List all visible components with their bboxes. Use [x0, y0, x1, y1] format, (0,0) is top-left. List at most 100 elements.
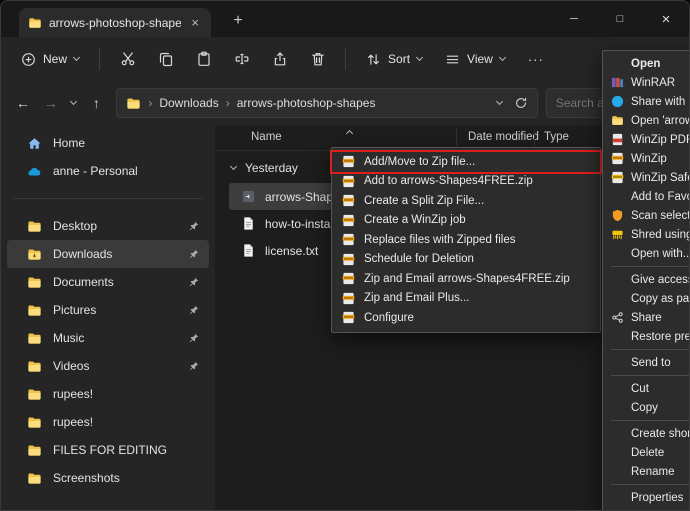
- menu-item-label: Add to Favo: [631, 191, 690, 203]
- breadcrumb-current-folder[interactable]: arrows-photoshop-shapes: [237, 96, 376, 110]
- ctx-winzip-safe[interactable]: WinZip Safe: [603, 168, 690, 187]
- new-tab-button[interactable]: +: [225, 9, 251, 33]
- delete-button[interactable]: [300, 42, 335, 76]
- ctx-share-with[interactable]: Share with Sk: [603, 92, 690, 111]
- ctx-properties[interactable]: Properties: [603, 488, 690, 507]
- winzip-icon: [342, 194, 355, 207]
- refresh-icon[interactable]: [514, 96, 528, 110]
- winzip-pdf-icon: [610, 133, 624, 147]
- back-button[interactable]: ←: [9, 89, 37, 117]
- menu-item-zip-and-email[interactable]: Zip and Email arrows-Shapes4FREE.zip: [332, 269, 600, 289]
- sidebar-item-files-for-editing[interactable]: FILES FOR EDITING: [7, 436, 209, 464]
- folder-icon: [27, 275, 42, 290]
- ctx-winzip-pdf[interactable]: WinZip PDF: [603, 130, 690, 149]
- ctx-open-with[interactable]: Open with...: [603, 244, 690, 263]
- address-bar[interactable]: › Downloads › arrows-photoshop-shapes: [116, 88, 537, 118]
- ctx-scan-selected[interactable]: Scan selecte: [603, 206, 690, 225]
- menu-item-label: Add to arrows-Shapes4FREE.zip: [364, 175, 533, 187]
- tab-close-icon[interactable]: ×: [188, 15, 202, 30]
- menu-item-create-split-zip[interactable]: Create a Split Zip File...: [332, 191, 600, 211]
- group-header-yesterday[interactable]: Yesterday: [231, 161, 298, 175]
- ctx-copy[interactable]: Copy: [603, 398, 690, 417]
- menu-item-label: Create short: [631, 428, 690, 440]
- folder-icon: [28, 16, 42, 30]
- menu-item-replace-with-zipped[interactable]: Replace files with Zipped files: [332, 230, 600, 250]
- view-button[interactable]: View: [435, 45, 515, 74]
- column-header-name[interactable]: Name: [251, 131, 282, 143]
- maximize-button[interactable]: □: [597, 1, 643, 37]
- menu-item-label: Give access t: [631, 274, 690, 286]
- winzip-icon: [342, 253, 355, 266]
- ctx-open[interactable]: Open: [603, 54, 690, 73]
- paste-button[interactable]: [186, 42, 221, 76]
- share-button[interactable]: [262, 42, 297, 76]
- ctx-shred[interactable]: Shred using: [603, 225, 690, 244]
- ctx-copy-as-path[interactable]: Copy as path: [603, 289, 690, 308]
- window-controls: ─ □ ×: [551, 1, 689, 37]
- close-button[interactable]: ×: [643, 1, 689, 37]
- forward-button[interactable]: →: [37, 89, 65, 117]
- column-divider[interactable]: [534, 129, 535, 146]
- share-icon: [610, 311, 624, 325]
- ctx-send-to[interactable]: Send to: [603, 353, 690, 372]
- menu-item-label: Send to: [631, 357, 671, 369]
- ctx-share[interactable]: Share: [603, 308, 690, 327]
- sidebar-item-rupees-1[interactable]: rupees!: [7, 380, 209, 408]
- menu-item-label: WinRAR: [631, 77, 675, 89]
- more-options-button[interactable]: ···: [518, 45, 554, 74]
- rename-button[interactable]: [224, 42, 259, 76]
- ctx-winzip[interactable]: WinZip ›: [603, 149, 690, 168]
- ctx-rename[interactable]: Rename: [603, 462, 690, 481]
- column-divider[interactable]: [456, 129, 457, 146]
- menu-item-label: Copy: [631, 402, 658, 414]
- copy-button[interactable]: [148, 42, 183, 76]
- tab-title: arrows-photoshop-shapes: [49, 16, 181, 30]
- cut-button[interactable]: [110, 42, 145, 76]
- sidebar-item-desktop[interactable]: Desktop: [7, 212, 209, 240]
- ctx-winrar[interactable]: WinRAR: [603, 73, 690, 92]
- recent-locations-button[interactable]: [65, 89, 83, 117]
- sidebar-item-pictures[interactable]: Pictures: [7, 296, 209, 324]
- column-header-date-modified[interactable]: Date modified: [468, 131, 539, 143]
- sidebar-item-documents[interactable]: Documents: [7, 268, 209, 296]
- ctx-cut[interactable]: Cut: [603, 379, 690, 398]
- chevron-down-icon: [73, 53, 80, 60]
- menu-item-zip-and-email-plus[interactable]: Zip and Email Plus...: [332, 289, 600, 309]
- sidebar-item-videos[interactable]: Videos: [7, 352, 209, 380]
- menu-item-add-to-zip[interactable]: Add to arrows-Shapes4FREE.zip: [332, 172, 600, 192]
- ctx-open-folder[interactable]: Open 'arrow: [603, 111, 690, 130]
- menu-separator: [611, 266, 690, 267]
- plus-circle-icon: [21, 52, 36, 67]
- menu-item-label: Open with...: [631, 248, 690, 260]
- explorer-tab[interactable]: arrows-photoshop-shapes ×: [19, 8, 211, 37]
- ctx-restore-previous[interactable]: Restore prev: [603, 327, 690, 346]
- sort-button[interactable]: Sort: [356, 45, 432, 74]
- sidebar-item-rupees-2[interactable]: rupees!: [7, 408, 209, 436]
- folder-icon: [27, 247, 42, 262]
- breadcrumb-downloads[interactable]: Downloads: [159, 96, 218, 110]
- ctx-create-shortcut[interactable]: Create short: [603, 424, 690, 443]
- chevron-down-icon: [499, 53, 506, 60]
- sidebar-item-downloads[interactable]: Downloads: [7, 240, 209, 268]
- new-button[interactable]: New: [11, 45, 89, 74]
- sidebar-item-label: Pictures: [53, 303, 96, 317]
- sidebar-item-screenshots[interactable]: Screenshots: [7, 464, 209, 492]
- menu-item-create-winzip-job[interactable]: Create a WinZip job: [332, 211, 600, 231]
- ctx-give-access[interactable]: Give access t: [603, 270, 690, 289]
- chevron-down-icon: [416, 53, 423, 60]
- toolbar-divider: [99, 48, 100, 70]
- minimize-button[interactable]: ─: [551, 1, 597, 37]
- ctx-delete[interactable]: Delete: [603, 443, 690, 462]
- menu-item-configure[interactable]: Configure: [332, 308, 600, 328]
- group-label: Yesterday: [245, 161, 298, 175]
- menu-item-schedule-deletion[interactable]: Schedule for Deletion: [332, 250, 600, 270]
- sidebar-item-music[interactable]: Music: [7, 324, 209, 352]
- sidebar-item-onedrive[interactable]: anne - Personal: [7, 157, 209, 185]
- address-dropdown-icon[interactable]: [496, 97, 503, 104]
- sidebar-item-home[interactable]: Home: [7, 129, 209, 157]
- paste-icon: [196, 51, 212, 67]
- up-button[interactable]: ↑: [83, 89, 111, 117]
- menu-item-add-move-to-zip[interactable]: Add/Move to Zip file...: [332, 152, 600, 172]
- column-header-type[interactable]: Type: [544, 131, 569, 143]
- ctx-add-favorites[interactable]: Add to Favo: [603, 187, 690, 206]
